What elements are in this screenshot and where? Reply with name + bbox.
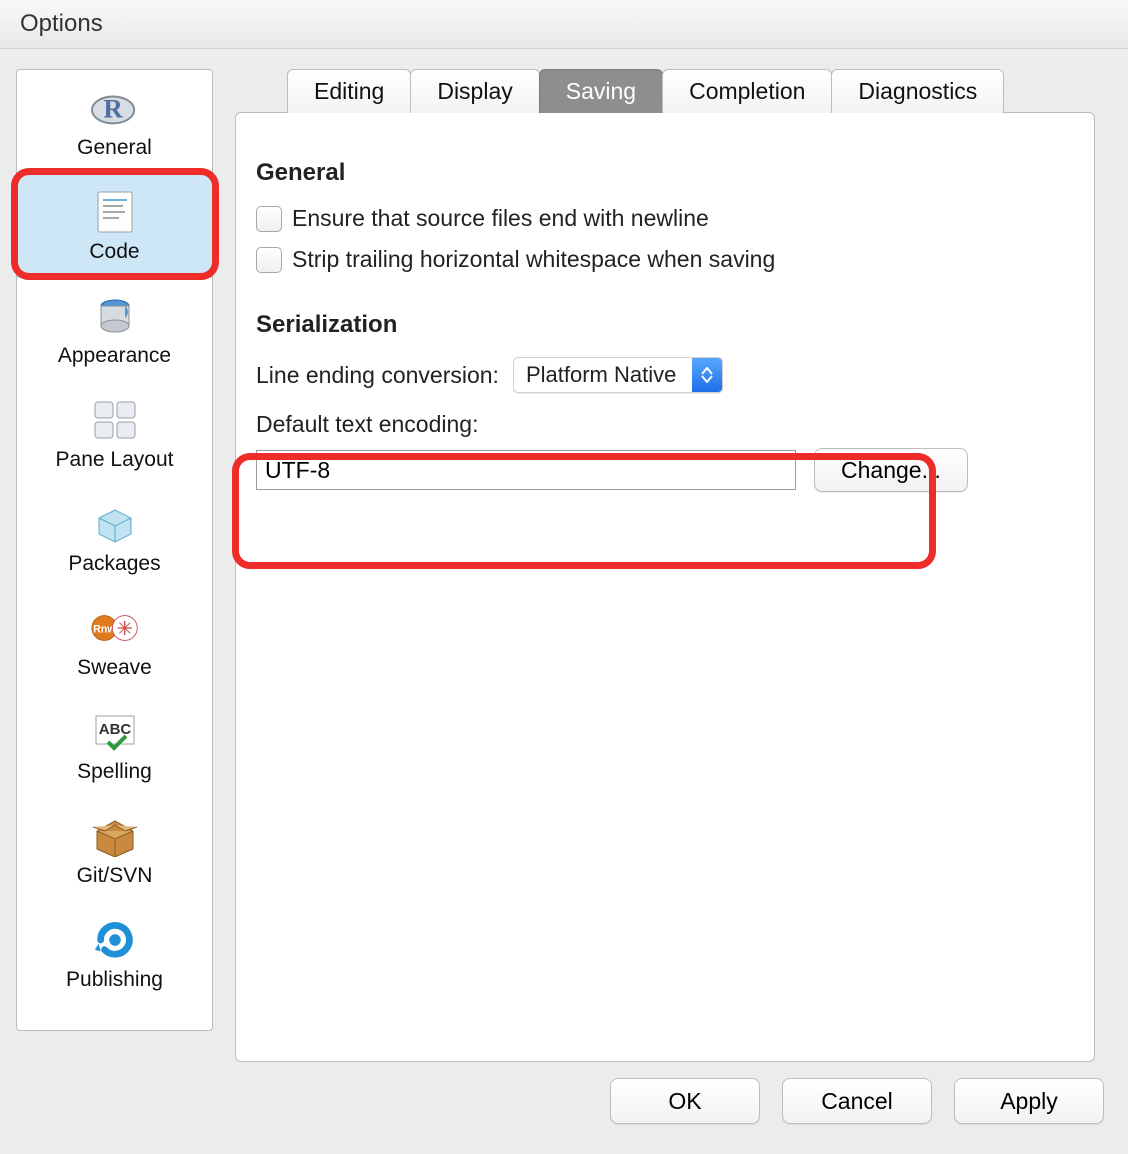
paint-bucket-icon [91,292,139,340]
panes-grid-icon [91,396,139,444]
publish-sync-icon [91,916,139,964]
select-arrows-icon [692,358,722,392]
change-encoding-button[interactable]: Change... [814,448,968,492]
line-ending-value: Platform Native [514,362,692,388]
tab-editing[interactable]: Editing [287,69,411,113]
sidebar-item-pane-layout[interactable]: Pane Layout [17,382,212,486]
line-ending-select[interactable]: Platform Native [513,357,723,393]
cancel-button[interactable]: Cancel [782,1078,932,1124]
sidebar-item-label: Publishing [66,968,163,992]
sidebar-item-label: Code [89,240,139,264]
r-logo-icon: R [91,84,139,132]
sidebar-item-label: Appearance [58,344,171,368]
checkbox-strip-whitespace-label: Strip trailing horizontal whitespace whe… [292,246,775,273]
svg-text:ABC: ABC [98,721,131,738]
default-encoding-label: Default text encoding: [256,411,1074,438]
sidebar-item-sweave[interactable]: Rnw Sweave [17,590,212,694]
sidebar-item-label: Packages [68,552,160,576]
saving-panel: General Ensure that source files end wit… [235,112,1095,1062]
code-page-icon [91,188,139,236]
window-titlebar: Options [0,0,1128,49]
sidebar-item-code[interactable]: Code [17,174,212,278]
sweave-icon: Rnw [91,604,139,652]
checkbox-ensure-newline[interactable] [256,206,282,232]
cardboard-box-icon [91,812,139,860]
tab-completion[interactable]: Completion [662,69,832,113]
options-sidebar: R General Code [16,69,213,1031]
sidebar-item-git-svn[interactable]: Git/SVN [17,798,212,902]
ok-button[interactable]: OK [610,1078,760,1124]
sidebar-item-label: Git/SVN [77,864,153,888]
sidebar-item-label: Pane Layout [56,448,174,472]
sidebar-item-label: Spelling [77,760,152,784]
tab-display[interactable]: Display [410,69,539,113]
checkbox-ensure-newline-label: Ensure that source files end with newlin… [292,205,709,232]
tab-diagnostics[interactable]: Diagnostics [831,69,1004,113]
line-ending-label: Line ending conversion: [256,362,499,389]
window-title: Options [20,10,103,38]
dialog-footer: OK Cancel Apply [610,1078,1104,1124]
default-encoding-input[interactable] [256,450,796,490]
sidebar-item-publishing[interactable]: Publishing [17,902,212,1006]
spellcheck-icon: ABC [91,708,139,756]
section-general-title: General [256,159,1074,187]
package-cube-icon [91,500,139,548]
apply-button[interactable]: Apply [954,1078,1104,1124]
sidebar-item-general[interactable]: R General [17,70,212,174]
section-serialization-title: Serialization [256,311,1074,339]
sidebar-item-label: Sweave [77,656,152,680]
tab-saving[interactable]: Saving [539,69,663,113]
svg-text:R: R [103,94,123,124]
checkbox-strip-whitespace[interactable] [256,247,282,273]
sidebar-item-spelling[interactable]: ABC Spelling [17,694,212,798]
tabbar: Editing Display Saving Completion Diagno… [287,69,1112,113]
sidebar-item-packages[interactable]: Packages [17,486,212,590]
sidebar-item-label: General [77,136,152,160]
sidebar-item-appearance[interactable]: Appearance [17,278,212,382]
